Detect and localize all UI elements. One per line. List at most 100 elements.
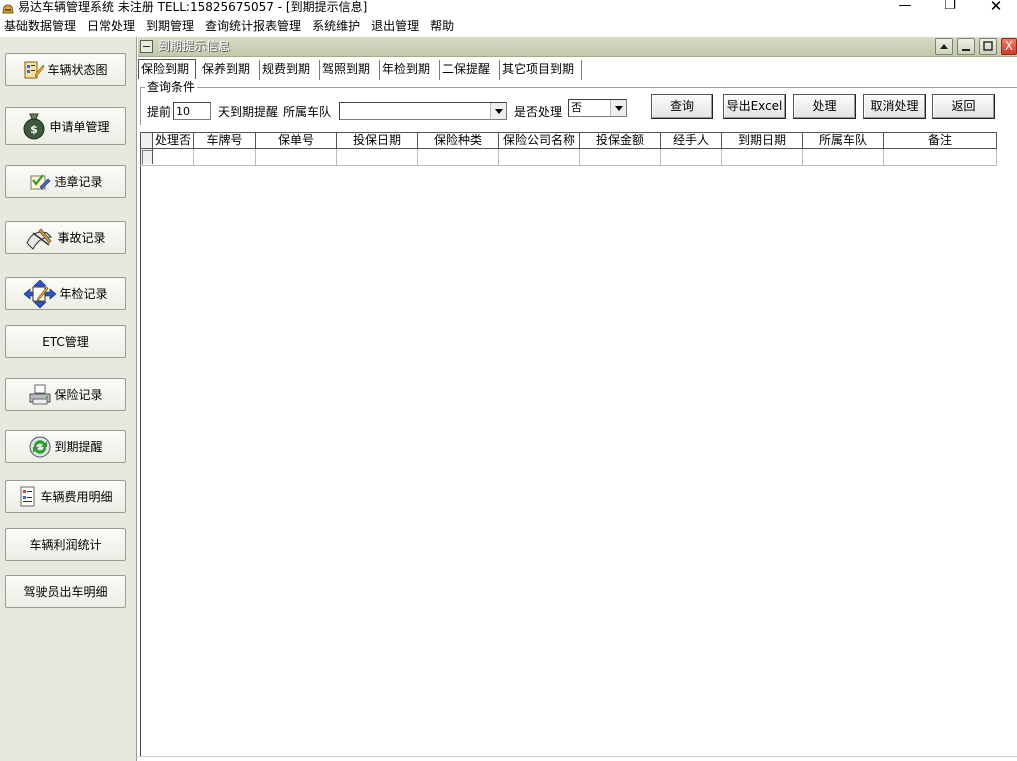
grid-col-amount[interactable]: 投保金额 <box>580 133 661 148</box>
grid-col-policy-no[interactable]: 保单号 <box>256 133 337 148</box>
sidebar-item-violation[interactable]: 违章记录 <box>5 165 126 198</box>
sidebar-item-vehicle-cost[interactable]: 车辆费用明细 <box>5 480 126 513</box>
tab-other-expiry[interactable]: 其它项目到期 <box>500 60 582 80</box>
tab-inspection-expiry[interactable]: 年检到期 <box>380 60 440 80</box>
menu-reports[interactable]: 查询统计报表管理 <box>201 17 308 36</box>
processed-select[interactable]: 否 <box>568 99 627 117</box>
accident-icon <box>26 228 53 250</box>
sidebar-item-label: 车辆利润统计 <box>29 538 102 552</box>
minimize-button[interactable]: — <box>883 0 927 14</box>
child-maximize-button[interactable] <box>979 38 997 55</box>
status-divider <box>138 756 1017 757</box>
grid-col-insurer[interactable]: 保险公司名称 <box>499 133 580 148</box>
tab-insurance-expiry[interactable]: 保险到期 <box>138 59 196 79</box>
menu-system[interactable]: 系统维护 <box>308 17 367 36</box>
sidebar-item-insurance[interactable]: 保险记录 <box>5 378 126 411</box>
tab-strip: 保险到期 保养到期 规费到期 驾照到期 年检到期 二保提醒 其它项目到期 <box>138 59 1017 80</box>
inspection-icon <box>24 279 57 308</box>
sidebar-item-application[interactable]: $ 申请单管理 <box>5 107 126 145</box>
grid-cell[interactable] <box>153 149 194 165</box>
child-close-button[interactable]: X <box>1001 38 1017 55</box>
grid-cell[interactable] <box>337 149 418 165</box>
grid-col-expiry-date[interactable]: 到期日期 <box>722 133 803 148</box>
refresh-icon <box>29 436 51 457</box>
process-button[interactable]: 处理 <box>793 94 856 119</box>
grid-cell[interactable] <box>194 149 256 165</box>
row-indicator[interactable] <box>140 149 154 165</box>
app-icon <box>2 4 14 14</box>
processed-select-value: 否 <box>571 101 582 114</box>
sidebar: 车辆状态图 $ 申请单管理 违章记录 事故记录 年检记录 ETC管理 保险记录 … <box>0 37 137 761</box>
menu-exit[interactable]: 退出管理 <box>367 17 426 36</box>
tab-license-expiry[interactable]: 驾照到期 <box>320 60 380 80</box>
sidebar-item-label: 申请单管理 <box>49 119 110 134</box>
chevron-down-icon[interactable] <box>610 100 626 116</box>
sidebar-item-label: 违章记录 <box>54 175 103 189</box>
table-row[interactable] <box>140 149 997 166</box>
grid-cell[interactable] <box>884 149 997 165</box>
grid-col-handler[interactable]: 经手人 <box>661 133 722 148</box>
grid-left-border <box>140 166 141 756</box>
grid-cell[interactable] <box>661 149 722 165</box>
document-icon <box>20 486 35 506</box>
grid-corner <box>140 133 153 148</box>
sidebar-item-vehicle-profit[interactable]: 车辆利润统计 <box>5 528 126 561</box>
menu-bar: 基础数据管理 日常处理 到期管理 查询统计报表管理 系统维护 退出管理 帮助 <box>0 17 1017 36</box>
child-window-title: 到期提示信息 <box>158 39 231 53</box>
child-window-titlebar: 到期提示信息 X <box>138 37 1017 57</box>
grid-cell[interactable] <box>418 149 499 165</box>
sidebar-item-label: 到期提醒 <box>54 440 103 454</box>
menu-basic-data[interactable]: 基础数据管理 <box>0 17 83 36</box>
export-excel-button[interactable]: 导出Excel <box>723 94 786 119</box>
grid-col-remark[interactable]: 备注 <box>884 133 997 148</box>
child-restore-up-icon[interactable] <box>935 38 953 55</box>
grid-cell[interactable] <box>580 149 661 165</box>
advance-days-input[interactable] <box>173 102 211 120</box>
grid-col-processed[interactable]: 处理否 <box>153 133 194 148</box>
sidebar-item-label: 年检记录 <box>59 287 108 301</box>
chevron-down-icon[interactable] <box>490 103 506 119</box>
team-select[interactable] <box>339 102 507 120</box>
svg-text:$: $ <box>31 123 39 136</box>
sidebar-item-driver-trips[interactable]: 驾驶员出车明细 <box>5 575 126 608</box>
days-reminder-label: 天到期提醒 <box>218 105 279 119</box>
back-button[interactable]: 返回 <box>932 94 995 119</box>
sidebar-item-label: 驾驶员出车明细 <box>23 585 108 599</box>
query-group-label: 查询条件 <box>145 80 198 94</box>
minimize-icon <box>962 49 970 51</box>
tab-second-maintenance[interactable]: 二保提醒 <box>440 60 500 80</box>
grid-col-insurance-type[interactable]: 保险种类 <box>418 133 499 148</box>
sidebar-item-vehicle-status[interactable]: 车辆状态图 <box>5 53 126 86</box>
sidebar-item-expiry-reminder[interactable]: 到期提醒 <box>5 430 126 463</box>
grid-cell[interactable] <box>722 149 803 165</box>
team-label: 所属车队 <box>283 105 332 119</box>
menu-help[interactable]: 帮助 <box>426 17 461 36</box>
printer-icon <box>29 384 51 404</box>
grid-col-insure-date[interactable]: 投保日期 <box>337 133 418 148</box>
menu-daily[interactable]: 日常处理 <box>83 17 142 36</box>
sidebar-item-accident[interactable]: 事故记录 <box>5 221 126 254</box>
violation-icon <box>30 173 51 189</box>
sidebar-item-annual-inspection[interactable]: 年检记录 <box>5 277 126 310</box>
tab-fee-expiry[interactable]: 规费到期 <box>260 60 320 80</box>
close-button[interactable]: ✕ <box>974 0 1017 14</box>
money-bag-icon: $ <box>23 113 45 140</box>
grid-cell[interactable] <box>499 149 580 165</box>
sidebar-item-etc[interactable]: ETC管理 <box>5 325 126 358</box>
cancel-process-button[interactable]: 取消处理 <box>863 94 926 119</box>
grid-cell[interactable] <box>803 149 884 165</box>
triangle-up-icon <box>940 44 948 49</box>
tab-maintenance-expiry[interactable]: 保养到期 <box>200 60 260 80</box>
grid-header: 处理否 车牌号 保单号 投保日期 保险种类 保险公司名称 投保金额 经手人 到期… <box>140 132 997 149</box>
menu-expiry[interactable]: 到期管理 <box>142 17 201 36</box>
vehicle-status-icon <box>24 61 45 78</box>
grid-col-team[interactable]: 所属车队 <box>803 133 884 148</box>
maximize-button[interactable]: ❐ <box>928 0 972 14</box>
maximize-icon <box>983 41 993 51</box>
child-system-menu-icon[interactable] <box>140 40 153 53</box>
query-button[interactable]: 查询 <box>651 94 713 119</box>
grid-cell[interactable] <box>256 149 337 165</box>
sidebar-item-label: 车辆状态图 <box>47 63 108 77</box>
grid-col-plate[interactable]: 车牌号 <box>194 133 256 148</box>
child-minimize-button[interactable] <box>957 38 975 55</box>
